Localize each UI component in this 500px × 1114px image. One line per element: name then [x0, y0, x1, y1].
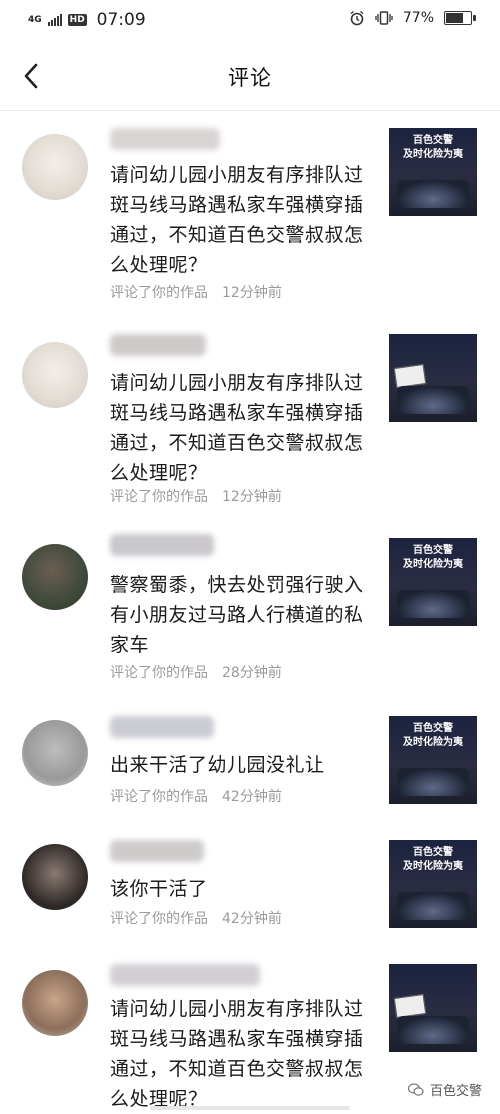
- comment-action: 评论了你的作品: [110, 665, 208, 681]
- comment-meta: 评论了你的作品 42分钟前: [110, 908, 282, 928]
- video-thumbnail[interactable]: [389, 334, 477, 422]
- video-thumbnail[interactable]: 百色交警 及时化险为夷: [389, 538, 477, 626]
- comment-text: 警察蜀黍，快去处罚强行驶入有小朋友过马路人行横道的私家车: [110, 574, 364, 656]
- comment-item[interactable]: 请问幼儿园小朋友有序排队过斑马线马路遇私家车强横穿插通过，不知道百色交警叔叔怎么…: [0, 328, 500, 518]
- thumbnail-caption: 百色交警 及时化险为夷: [403, 723, 463, 748]
- nav-bar: 评论: [0, 40, 500, 111]
- battery-percent: 77%: [402, 10, 434, 26]
- comment-time: 42分钟前: [222, 789, 282, 805]
- status-time: 07:09: [96, 10, 146, 30]
- username-blurred[interactable]: [110, 840, 204, 862]
- thumbnail-scene: [397, 590, 469, 618]
- status-right: 77%: [349, 10, 476, 26]
- thumbnail-scene: [397, 386, 469, 414]
- comment-text: 请问幼儿园小朋友有序排队过斑马线马路遇私家车强横穿插通过，不知道百色交警叔叔怎么…: [110, 164, 364, 276]
- username-blurred[interactable]: [110, 128, 220, 150]
- thumbnail-scene: [397, 1016, 469, 1044]
- wechat-icon: [407, 1082, 424, 1096]
- avatar[interactable]: [22, 544, 88, 610]
- watermark-text: 百色交警: [429, 1084, 482, 1099]
- video-thumbnail[interactable]: 百色交警 及时化险为夷: [389, 840, 477, 928]
- avatar[interactable]: [22, 844, 88, 910]
- alarm-icon: [350, 10, 364, 26]
- battery-icon: [444, 11, 476, 25]
- comment-text: 请问幼儿园小朋友有序排队过斑马线马路遇私家车强横穿插通过，不知道百色交警叔叔怎么…: [110, 998, 364, 1110]
- comment-meta: 评论了你的作品 42分钟前: [110, 786, 282, 806]
- avatar[interactable]: [22, 970, 88, 1036]
- avatar[interactable]: [22, 342, 88, 408]
- thumbnail-sign: [393, 994, 427, 1018]
- thumbnail-scene: [397, 892, 469, 920]
- comment-item[interactable]: 该你干活了 评论了你的作品 42分钟前 百色交警 及时化险为夷: [0, 834, 500, 944]
- watermark: 百色交警: [407, 1080, 482, 1099]
- comment-meta: 评论了你的作品 12分钟前: [110, 282, 282, 302]
- comment-action: 评论了你的作品: [110, 489, 208, 505]
- comment-time: 12分钟前: [222, 489, 282, 505]
- thumbnail-caption: 百色交警 及时化险为夷: [403, 545, 463, 570]
- page-title: 评论: [228, 66, 272, 90]
- username-blurred[interactable]: [110, 534, 214, 556]
- video-thumbnail[interactable]: 百色交警 及时化险为夷: [389, 128, 477, 216]
- comment-text: 出来干活了幼儿园没礼让: [110, 754, 325, 776]
- comment-text: 请问幼儿园小朋友有序排队过斑马线马路遇私家车强横穿插通过，不知道百色交警叔叔怎么…: [110, 372, 364, 484]
- comment-action: 评论了你的作品: [110, 285, 208, 301]
- comment-time: 28分钟前: [222, 665, 282, 681]
- network-type: 4G: [28, 14, 42, 25]
- comment-item[interactable]: 警察蜀黍，快去处罚强行驶入有小朋友过马路人行横道的私家车 评论了你的作品 28分钟…: [0, 530, 500, 690]
- status-left: 4G HD 07:09: [28, 10, 146, 30]
- comment-item[interactable]: 请问幼儿园小朋友有序排队过斑马线马路遇私家车强横穿插通过，不知道百色交警叔叔怎么…: [0, 120, 500, 320]
- thumbnail-scene: [397, 768, 469, 796]
- username-blurred[interactable]: [110, 334, 206, 356]
- video-thumbnail[interactable]: [389, 964, 477, 1052]
- video-thumbnail[interactable]: 百色交警 及时化险为夷: [389, 716, 477, 804]
- comment-item[interactable]: 出来干活了幼儿园没礼让 评论了你的作品 42分钟前 百色交警 及时化险为夷: [0, 710, 500, 820]
- comment-action: 评论了你的作品: [110, 789, 208, 805]
- comment-meta: 评论了你的作品 12分钟前: [110, 486, 282, 506]
- comment-text: 该你干活了: [110, 878, 208, 900]
- battery-fill: [446, 13, 463, 23]
- thumbnail-caption: 百色交警 及时化险为夷: [403, 135, 463, 160]
- comment-action: 评论了你的作品: [110, 911, 208, 927]
- username-blurred[interactable]: [110, 964, 260, 986]
- thumbnail-scene: [397, 180, 469, 208]
- comment-meta: 评论了你的作品 28分钟前: [110, 662, 282, 682]
- thumbnail-caption: 百色交警 及时化险为夷: [403, 847, 463, 872]
- avatar[interactable]: [22, 134, 88, 200]
- comment-time: 12分钟前: [222, 285, 282, 301]
- username-blurred[interactable]: [110, 716, 214, 738]
- vibrate-icon: [375, 11, 393, 25]
- signal-icon: [47, 14, 62, 26]
- comment-time: 42分钟前: [222, 911, 282, 927]
- hd-badge: HD: [67, 14, 87, 26]
- home-indicator[interactable]: [150, 1106, 350, 1110]
- avatar[interactable]: [22, 720, 88, 786]
- status-bar: 4G HD 07:09 77%: [0, 0, 500, 40]
- thumbnail-sign: [393, 364, 427, 388]
